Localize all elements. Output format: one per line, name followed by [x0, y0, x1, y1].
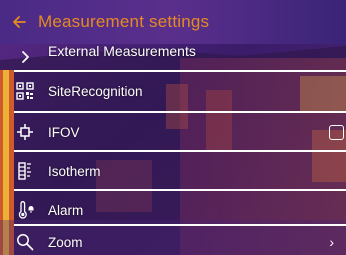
- chevron-right-icon[interactable]: ›: [329, 234, 334, 250]
- divider: [14, 189, 346, 191]
- qr-code-icon: [14, 80, 36, 102]
- crosshair-icon: [14, 121, 36, 143]
- page-title: Measurement settings: [38, 12, 210, 31]
- list-item-external-measurements[interactable]: External Measurements: [12, 44, 346, 70]
- list-item-isotherm[interactable]: Isotherm: [12, 154, 346, 188]
- settings-list: External Measurements SiteRecognition IF…: [12, 44, 346, 255]
- chevron-right-icon: [14, 46, 36, 68]
- list-item-alarm[interactable]: Alarm: [12, 193, 346, 227]
- divider: [14, 70, 346, 72]
- list-item-zoom[interactable]: Zoom ›: [12, 227, 346, 255]
- divider: [14, 111, 346, 113]
- divider: [14, 224, 346, 226]
- list-item-siterecognition[interactable]: SiteRecognition: [12, 74, 346, 108]
- back-arrow-icon[interactable]: [12, 15, 26, 29]
- divider: [14, 150, 346, 152]
- list-item-label: IFOV: [48, 124, 80, 140]
- list-item-label: Isotherm: [48, 163, 101, 179]
- ifov-checkbox[interactable]: [329, 124, 344, 140]
- list-item-label: External Measurements: [48, 44, 196, 59]
- magnifier-icon: [14, 231, 36, 253]
- thermal-camera-screen: Measurement settings External Measuremen…: [0, 0, 346, 255]
- thermometer-alarm-icon: [14, 199, 36, 221]
- list-item-label: SiteRecognition: [48, 83, 143, 99]
- list-item-ifov[interactable]: IFOV: [12, 114, 346, 150]
- list-item-label: Zoom: [48, 234, 83, 250]
- isotherm-scale-icon: [14, 160, 36, 182]
- header-bar: Measurement settings: [0, 0, 346, 44]
- list-item-label: Alarm: [48, 202, 84, 218]
